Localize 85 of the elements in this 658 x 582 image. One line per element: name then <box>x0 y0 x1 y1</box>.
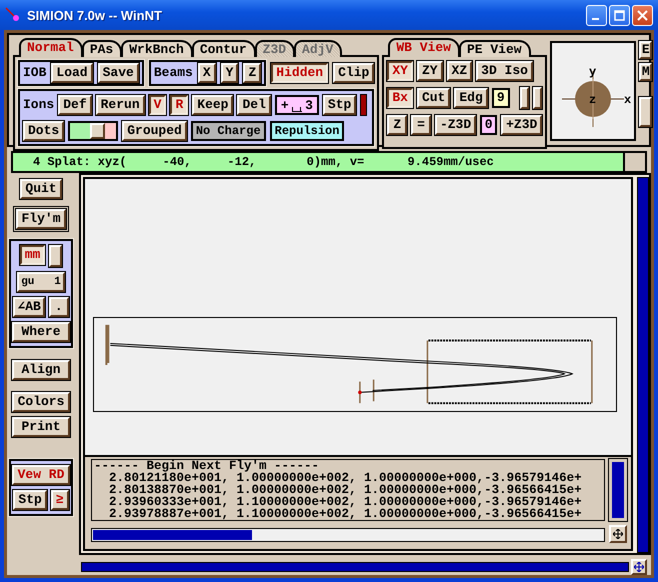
unit-button[interactable]: mm <box>20 245 46 265</box>
axis-label: x <box>624 93 632 107</box>
sidebar-button[interactable]: Print <box>12 417 70 437</box>
sidebar-button[interactable]: Align <box>12 360 70 380</box>
step-button[interactable]: Stp <box>13 490 47 510</box>
spin-button[interactable] <box>532 87 542 109</box>
compass-drawing[interactable] <box>562 70 625 128</box>
output-line: 2.93978887e+001, 1.10000000e+002, 1.00000000e+000,-3.96566415e+ <box>108 508 583 520</box>
output-line: 2.80121180e+001, 1.00000000e+002, 1.00000000e+000,-3.96579146e+ <box>108 472 583 484</box>
move-icon[interactable] <box>634 562 644 572</box>
number-field[interactable]: 9 <box>492 88 510 108</box>
close-button[interactable] <box>632 4 653 26</box>
maximize-button[interactable] <box>609 4 630 26</box>
slider-thumb[interactable] <box>90 123 105 139</box>
output-header: ------ Begin Next Fly'm ------ <box>94 460 320 472</box>
charge-option[interactable]: Repulsion <box>270 121 344 141</box>
toolbar-button[interactable]: Y <box>220 63 238 83</box>
app-icon <box>5 7 21 23</box>
toolbar-button[interactable]: XZ <box>446 61 472 81</box>
toolbar-button[interactable]: Dots <box>23 121 64 141</box>
sidebar-button[interactable]: Colors <box>12 392 70 412</box>
view-record-button[interactable]: Vew RD <box>12 465 70 485</box>
toolbar-button[interactable]: Def <box>58 95 92 115</box>
tab[interactable]: WB View <box>388 38 460 57</box>
tab[interactable]: WrkBnch <box>121 40 193 57</box>
point-button[interactable]: . <box>48 297 69 317</box>
maximize-icon <box>614 10 625 20</box>
tab[interactable]: PAs <box>82 40 122 57</box>
where-button[interactable]: Where <box>12 322 70 342</box>
toolbar-button[interactable]: Keep <box>192 95 234 115</box>
toolbar-button[interactable]: 3D Iso <box>476 61 533 81</box>
toolbar-button[interactable]: V <box>148 95 166 115</box>
toggle-button[interactable]: Clip <box>333 63 374 83</box>
toolbar-button[interactable]: ZY <box>416 61 443 81</box>
grid-units-button[interactable]: gu 1 <box>17 272 65 292</box>
window-title: SIMION 7.0w -- WinNT <box>27 8 163 22</box>
tab[interactable]: Normal <box>19 38 83 57</box>
tab[interactable]: Contur <box>192 40 256 57</box>
next-button[interactable]: ≥ <box>50 490 69 510</box>
toolbar-button[interactable]: Edg <box>454 88 488 108</box>
number-field[interactable]: 0 <box>480 115 498 135</box>
toggle-button[interactable]: Hidden <box>271 63 328 83</box>
panel-label: IOB <box>23 65 46 81</box>
dots-slider[interactable] <box>68 121 118 141</box>
trajectory-plot-drawing[interactable] <box>93 317 617 412</box>
slider-handle[interactable] <box>639 97 652 127</box>
toolbar-button[interactable]: Grouped <box>122 121 187 141</box>
toolbar-button[interactable]: Del <box>237 95 271 115</box>
horizontal-scrollbar[interactable] <box>81 562 629 572</box>
toolbar-button[interactable]: = <box>411 115 431 135</box>
output-line: 2.93960333e+001, 1.10000000e+002, 1.00000000e+000,-3.96579146e+ <box>108 496 583 508</box>
vertical-scrollbar[interactable] <box>637 177 649 553</box>
toolbar-button[interactable]: XY <box>387 61 413 81</box>
toolbar-button[interactable]: Save <box>98 63 139 83</box>
toolbar-button[interactable]: Cut <box>416 88 450 108</box>
close-icon <box>637 10 648 20</box>
axis-label: y <box>589 65 597 79</box>
horizontal-scrollbar[interactable] <box>91 528 605 542</box>
toolbar-button[interactable]: R <box>170 95 188 115</box>
toolbar-button[interactable]: +Z3D <box>501 115 542 135</box>
toolbar-button[interactable]: Load <box>51 63 93 83</box>
toolbar-button[interactable]: Rerun <box>96 95 145 115</box>
minimize-icon <box>592 18 598 20</box>
angle-button[interactable]: ∠AB <box>13 297 45 317</box>
sidebar-button[interactable]: Quit <box>20 179 62 199</box>
tab[interactable]: PE View <box>458 40 531 57</box>
toolbar-button[interactable]: Z <box>243 63 262 83</box>
step-field[interactable]: + 3 <box>274 95 319 115</box>
minimize-button[interactable] <box>586 4 607 26</box>
toolbar-button[interactable]: Z <box>387 115 408 135</box>
panel-label: Beams <box>154 65 193 81</box>
axis-label: z <box>589 93 597 107</box>
indicator-icon <box>360 94 368 116</box>
toggle-button[interactable] <box>49 245 62 267</box>
toolbar-button[interactable]: Bx <box>387 88 413 108</box>
toolbar-button[interactable]: X <box>198 63 216 83</box>
spin-button[interactable] <box>520 87 529 109</box>
toolbar-button[interactable]: Stp <box>322 95 356 115</box>
toolbar-button[interactable]: -Z3D <box>434 115 476 135</box>
side-button[interactable]: E <box>639 41 652 59</box>
output-line: 2.80138870e+001, 1.00000000e+002, 1.00000000e+000,-3.96566415e+ <box>108 484 583 496</box>
panel-label: Ions <box>23 97 54 113</box>
move-icon[interactable] <box>613 529 623 539</box>
charge-option[interactable]: No Charge <box>190 121 266 141</box>
side-button[interactable]: M <box>639 63 652 81</box>
